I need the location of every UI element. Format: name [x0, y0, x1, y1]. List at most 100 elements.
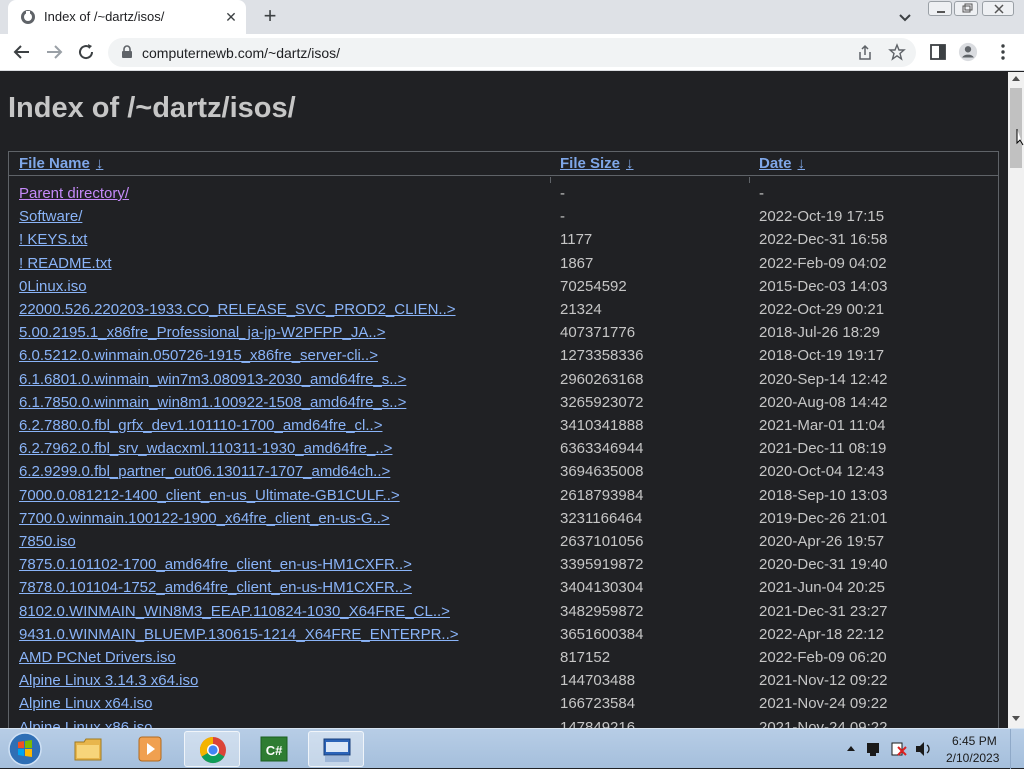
window-close-button[interactable] [982, 1, 1014, 16]
file-date: 2021-Nov-24 09:22 [759, 718, 888, 728]
file-size: 3694635008 [560, 463, 644, 481]
file-date: 2020-Apr-26 19:57 [759, 533, 885, 550]
file-date: 2021-Dec-31 23:27 [759, 602, 888, 620]
table-row: 7000.0.081212-1400_client_en-us_Ultimate… [9, 485, 998, 508]
table-row: 7875.0.101102-1700_amd64fre_client_en-us… [9, 554, 998, 577]
system-tray-icons[interactable] [840, 735, 940, 763]
file-link[interactable]: 0Linux.iso [19, 278, 87, 295]
profile-avatar-icon[interactable] [958, 42, 978, 62]
browser-toolbar: computernewb.com/~dartz/isos/ [0, 34, 1024, 71]
lock-icon[interactable] [120, 45, 134, 59]
taskbar-chrome-button[interactable] [184, 731, 240, 767]
file-link[interactable]: Parent directory/ [19, 185, 129, 202]
taskbar-osk-button[interactable] [308, 731, 364, 767]
file-size: 1867 [560, 254, 594, 272]
svg-text:C#: C# [266, 743, 283, 758]
file-date: 2022-Feb-09 06:20 [759, 649, 887, 666]
file-date: 2022-Dec-31 16:58 [759, 231, 888, 249]
file-size: 3410341888 [560, 417, 644, 434]
windows-start-orb-icon[interactable] [6, 731, 44, 767]
sort-by-date-link[interactable]: Date ↓ [759, 155, 805, 172]
reload-icon[interactable] [74, 40, 98, 64]
file-link[interactable]: Alpine Linux 3.14.3 x64.iso [19, 672, 198, 689]
file-size: 147849216 [560, 718, 636, 728]
table-row: 9431.0.WINMAIN_BLUEMP.130615-1214_X64FRE… [9, 624, 998, 647]
file-link[interactable]: 22000.526.220203-1933.CO_RELEASE_SVC_PRO… [19, 301, 456, 318]
file-date: 2022-Apr-18 22:12 [759, 625, 885, 643]
sort-by-name-link[interactable]: File Name ↓ [19, 155, 103, 172]
mouse-cursor-icon [1016, 129, 1024, 146]
back-arrow-icon[interactable] [10, 40, 34, 64]
new-tab-plus-icon[interactable]: + [258, 5, 282, 29]
file-link[interactable]: 9431.0.WINMAIN_BLUEMP.130615-1214_X64FRE… [19, 626, 459, 643]
file-size: 817152 [560, 649, 611, 666]
file-link[interactable]: ! KEYS.txt [19, 231, 87, 248]
sort-by-size-link[interactable]: File Size ↓ [560, 155, 634, 172]
table-row: 6.1.7850.0.winmain_win8m1.100922-1508_am… [9, 392, 998, 415]
scroll-up-arrow-icon[interactable] [1012, 76, 1020, 81]
file-size: 2637101056 [560, 533, 644, 550]
table-row: 5.00.2195.1_x86fre_Professional_ja-jp-W2… [9, 322, 998, 345]
side-panel-icon[interactable] [928, 42, 948, 62]
file-date: 2018-Jul-26 18:29 [759, 324, 880, 342]
tab-close-icon[interactable]: ✕ [222, 8, 240, 26]
sort-arrow-icon: ↓ [626, 155, 634, 172]
taskbar-clock-date[interactable]: 2/10/2023 [946, 751, 999, 765]
taskbar-explorer-button[interactable] [60, 731, 116, 767]
tab-search-chevron-icon[interactable] [893, 5, 917, 29]
page-scrollbar[interactable] [1008, 72, 1024, 728]
url-text[interactable]: computernewb.com/~dartz/isos/ [142, 45, 340, 61]
table-row: 7850.iso 2637101056 2020-Apr-26 19:57 [9, 531, 998, 554]
file-link[interactable]: 7700.0.winmain.100122-1900_x64fre_client… [19, 510, 390, 527]
tab-title: Index of /~dartz/isos/ [44, 9, 165, 24]
address-bar[interactable]: computernewb.com/~dartz/isos/ [108, 38, 916, 67]
file-link[interactable]: ! README.txt [19, 255, 112, 272]
table-row: 8102.0.WINMAIN_WIN8M3_EEAP.110824-1030_X… [9, 601, 998, 624]
windows-taskbar: C# 6:45 PM 2/10/2023 [0, 728, 1024, 769]
file-date: 2021-Nov-12 09:22 [759, 672, 888, 690]
file-size: 3231166464 [560, 509, 643, 527]
taskbar-clock-time[interactable]: 6:45 PM [952, 734, 997, 748]
file-link[interactable]: Software/ [19, 208, 82, 225]
file-link[interactable]: 6.2.9299.0.fbl_partner_out06.130117-1707… [19, 463, 390, 480]
table-row: AMD PCNet Drivers.iso 817152 2022-Feb-09 0… [9, 647, 998, 670]
kebab-menu-icon[interactable] [993, 42, 1013, 62]
file-link[interactable]: 5.00.2195.1_x86fre_Professional_ja-jp-W2… [19, 324, 385, 341]
file-link[interactable]: 8102.0.WINMAIN_WIN8M3_EEAP.110824-1030_X… [19, 603, 450, 620]
table-row: 0Linux.iso 70254592 2015-Dec-03 14:03 [9, 276, 998, 299]
show-desktop-button[interactable] [1010, 729, 1024, 769]
sort-arrow-icon: ↓ [95, 155, 104, 172]
file-link[interactable]: 6.2.7880.0.fbl_grfx_dev1.101110-1700_amd… [19, 417, 382, 434]
file-link[interactable]: AMD PCNet Drivers.iso [19, 649, 176, 666]
file-size: 3651600384 [560, 625, 644, 643]
file-link[interactable]: 6.1.6801.0.winmain_win7m3.080913-2030_am… [19, 371, 406, 388]
file-date: - [759, 185, 764, 202]
share-icon[interactable] [856, 44, 874, 62]
file-date: 2022-Feb-09 04:02 [759, 254, 887, 272]
table-row: ! README.txt 1867 2022-Feb-09 04:02 [9, 253, 998, 276]
bookmark-star-icon[interactable] [888, 43, 906, 61]
table-row: ! KEYS.txt 1177 2022-Dec-31 16:58 [9, 229, 998, 252]
file-link[interactable]: 7000.0.081212-1400_client_en-us_Ultimate… [19, 487, 400, 504]
table-row: 6.2.9299.0.fbl_partner_out06.130117-1707… [9, 461, 998, 484]
file-size: 166723584 [560, 695, 636, 713]
forward-arrow-icon[interactable] [42, 40, 66, 64]
file-size: 1273358336 [560, 347, 644, 365]
browser-tab[interactable]: Index of /~dartz/isos/ ✕ [8, 0, 246, 34]
file-link[interactable]: 6.2.7962.0.fbl_srv_wdacxml.110311-1930_a… [19, 440, 392, 457]
file-link[interactable]: 7850.iso [19, 533, 76, 550]
file-link[interactable]: Alpine Linux x64.iso [19, 695, 152, 712]
scroll-down-arrow-icon[interactable] [1012, 716, 1020, 721]
file-date: 2021-Dec-11 08:19 [759, 440, 887, 458]
file-link[interactable]: Alpine Linux x86.iso [19, 719, 152, 728]
window-restore-button[interactable] [954, 1, 978, 16]
file-link[interactable]: 6.1.7850.0.winmain_win8m1.100922-1508_am… [19, 394, 406, 411]
file-link[interactable]: 7875.0.101102-1700_amd64fre_client_en-us… [19, 556, 412, 573]
file-link[interactable]: 7878.0.101104-1752_amd64fre_client_en-us… [19, 579, 412, 596]
file-date: 2018-Sep-10 13:03 [759, 486, 888, 504]
file-link[interactable]: 6.0.5212.0.winmain.050726-1915_x86fre_se… [19, 347, 378, 364]
file-size: 21324 [560, 301, 602, 318]
taskbar-csharp-button[interactable]: C# [246, 731, 302, 767]
taskbar-media-player-button[interactable] [122, 731, 178, 767]
window-minimize-button[interactable] [928, 1, 952, 16]
